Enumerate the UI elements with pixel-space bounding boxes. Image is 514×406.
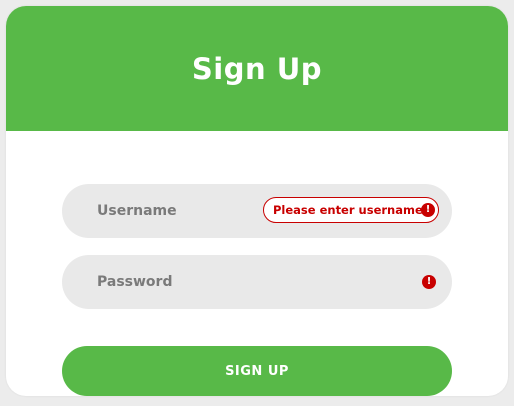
username-error-tooltip: Please enter username ! (263, 197, 439, 223)
password-field[interactable]: ! (62, 255, 452, 309)
username-error-message: Please enter username (273, 203, 423, 217)
sign-up-button[interactable]: SIGN UP (62, 346, 452, 396)
password-input[interactable] (62, 255, 452, 309)
exclamation-circle-icon: ! (421, 203, 435, 217)
username-field[interactable]: Please enter username ! (62, 184, 452, 238)
signup-header: Sign Up (6, 6, 508, 131)
page-title: Sign Up (191, 52, 323, 86)
exclamation-circle-icon[interactable]: ! (422, 275, 436, 289)
signup-card: Sign Up Please enter username ! ! SIGN U… (6, 6, 508, 396)
